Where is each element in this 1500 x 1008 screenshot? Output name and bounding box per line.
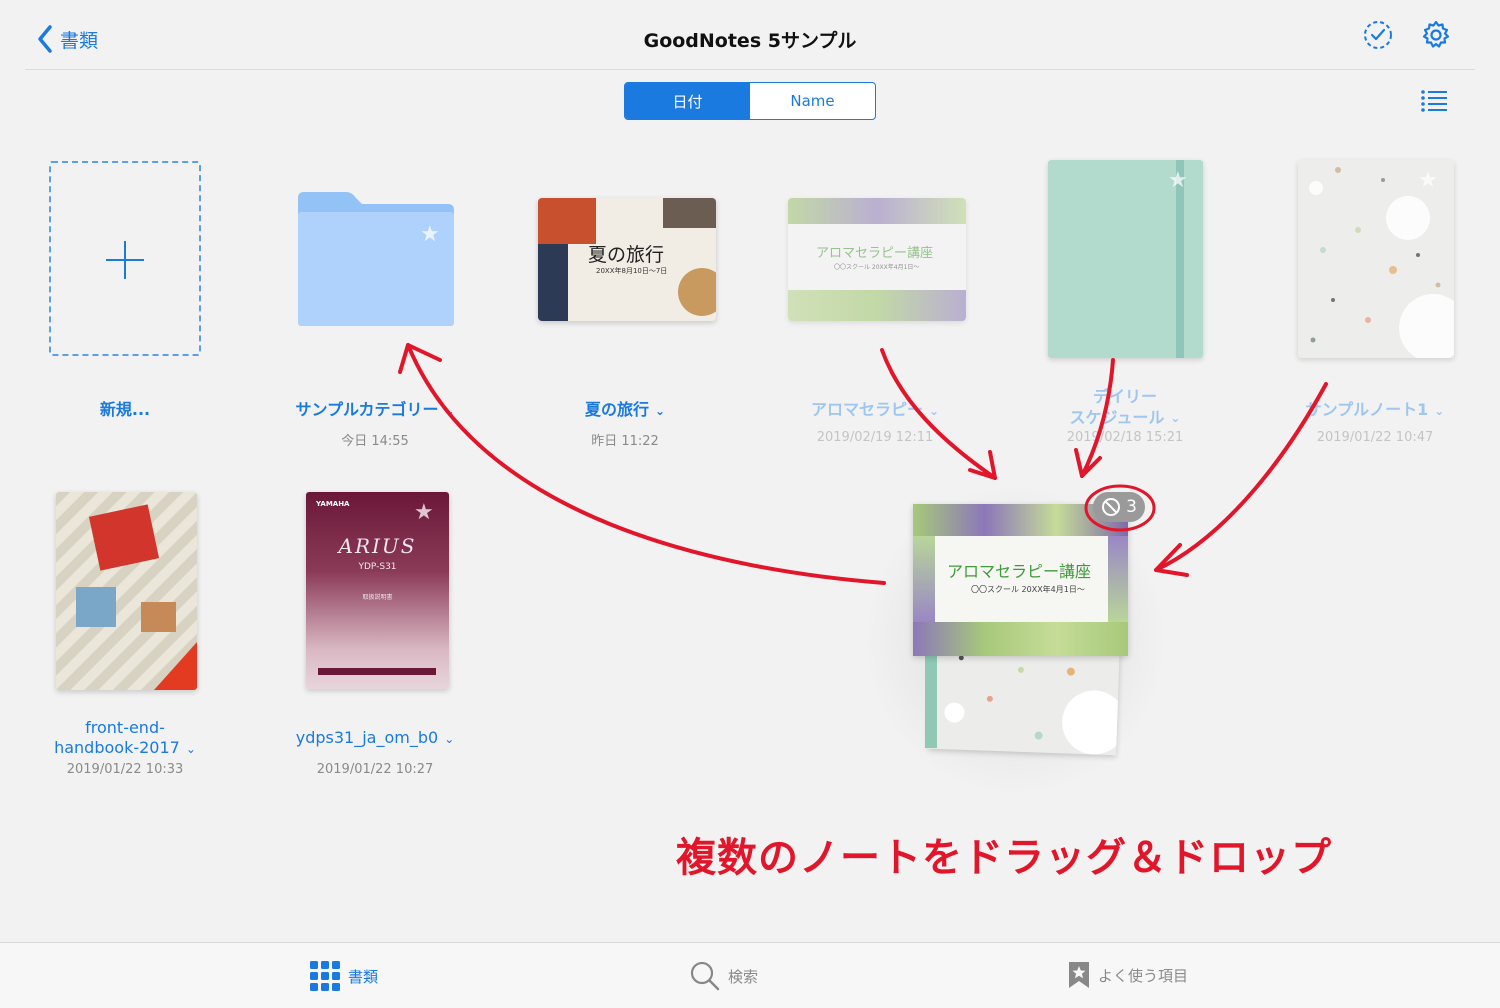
tab-bar: 書類 検索 よく使う項目 bbox=[0, 942, 1500, 1008]
annotation-caption: 複数のノートをドラッグ＆ドロップ bbox=[676, 835, 1332, 881]
bookmark-star-icon bbox=[1069, 962, 1089, 988]
tab-label: 検索 bbox=[728, 967, 759, 986]
tab-label: よく使う項目 bbox=[1098, 966, 1189, 985]
tab-favorites[interactable]: よく使う項目 bbox=[1068, 961, 1188, 989]
grid-icon bbox=[310, 961, 340, 991]
search-icon bbox=[690, 961, 720, 991]
tab-documents[interactable]: 書類 bbox=[310, 961, 378, 991]
tab-label: 書類 bbox=[348, 967, 379, 986]
tab-search[interactable]: 検索 bbox=[690, 961, 758, 991]
